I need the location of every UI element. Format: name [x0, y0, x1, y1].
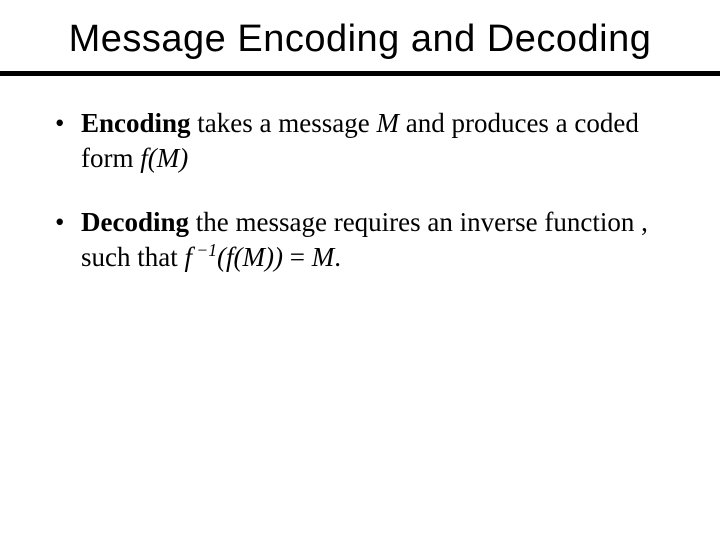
expr-fM: f(M) [140, 143, 188, 173]
term-encoding: Encoding [81, 108, 191, 138]
term-decoding: Decoding [81, 207, 189, 237]
bullet-list: Encoding takes a message M and produces … [55, 106, 665, 274]
var-M: M [376, 108, 399, 138]
period: . [334, 242, 341, 272]
bullet-decoding: Decoding the message requires an inverse… [55, 205, 665, 274]
bullet-encoding: Encoding takes a message M and produces … [55, 106, 665, 175]
equals: = [283, 242, 312, 272]
slide: Message Encoding and Decoding Encoding t… [0, 0, 720, 540]
var-M-result: M [312, 242, 335, 272]
text: takes a message [191, 108, 377, 138]
inverse-formula: f −1(f(M)) [184, 242, 283, 272]
slide-content: Encoding takes a message M and produces … [0, 76, 720, 274]
slide-title: Message Encoding and Decoding [0, 0, 720, 71]
